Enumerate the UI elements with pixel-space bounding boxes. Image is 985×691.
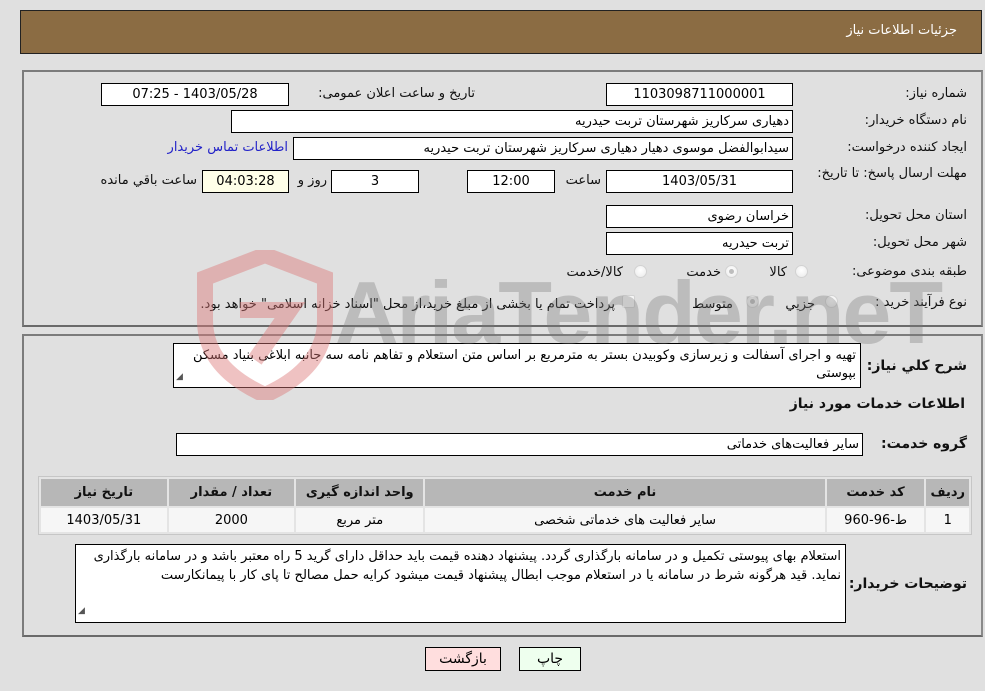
process-medium-radio[interactable]: [746, 295, 759, 308]
page-title: جزئیات اطلاعات نیاز: [846, 23, 957, 38]
col-unit: واحد اندازه گیری: [296, 479, 424, 506]
services-section-title: اطلاعات خدمات مورد نياز: [789, 396, 965, 412]
buyer-notes-text: استعلام بهای پیوستی تکمیل و در سامانه با…: [93, 549, 841, 583]
announce-date-field[interactable]: 1403/05/28 - 07:25: [101, 83, 289, 106]
service-group-label: گروه خدمت:: [881, 436, 967, 452]
table-row: 1 ط-96-960 سایر فعالیت های خدماتی شخصی م…: [41, 508, 969, 532]
category-service-label: خدمت: [686, 265, 721, 280]
category-goods-radio[interactable]: [795, 265, 808, 278]
days-label: روز و: [297, 173, 327, 188]
process-minor-radio[interactable]: [825, 295, 838, 308]
days-remaining-field[interactable]: 3: [331, 170, 419, 193]
resize-grip-icon[interactable]: ◢: [78, 602, 85, 621]
category-goods-label: کالا: [769, 265, 787, 280]
cell-service-name: سایر فعالیت های خدماتی شخصی: [425, 508, 825, 532]
col-service-name: نام خدمت: [425, 479, 825, 506]
buyer-org-field[interactable]: دهیاری سرکاریز شهرستان تربت حیدریه: [231, 110, 793, 133]
col-need-date: تاریخ نیاز: [41, 479, 167, 506]
description-textarea[interactable]: تهیه و اجرای آسفالت و زیرسازی وکوبیدن بس…: [173, 343, 861, 388]
need-number-field[interactable]: 1103098711000001: [606, 83, 793, 106]
cell-service-code: ط-96-960: [826, 508, 925, 532]
buyer-notes-textarea[interactable]: استعلام بهای پیوستی تکمیل و در سامانه با…: [75, 544, 846, 623]
deadline-label: مهلت ارسال پاسخ: تا تاریخ:: [817, 166, 967, 181]
deadline-date-field[interactable]: 1403/05/31: [606, 170, 793, 193]
province-label: استان محل تحویل:: [865, 208, 967, 223]
col-row-number: ردیف: [926, 479, 969, 506]
details-panel: [22, 70, 983, 327]
cell-quantity: 2000: [168, 508, 295, 532]
city-field[interactable]: تربت حیدریه: [606, 232, 793, 255]
time-remaining-field[interactable]: 04:03:28: [202, 170, 289, 193]
treasury-checkbox-label: پرداخت تمام یا بخشی از مبلغ خرید،از محل …: [200, 297, 615, 312]
creator-field[interactable]: سیدابوالفضل موسوی دهیار دهیاری سرکاریز ش…: [293, 137, 793, 160]
announce-date-label: تاریخ و ساعت اعلان عمومی:: [318, 86, 475, 101]
service-group-field[interactable]: سایر فعالیت‌های خدماتی: [176, 433, 863, 456]
back-button[interactable]: بازگشت: [425, 647, 501, 671]
description-label: شرح كلي نياز:: [866, 358, 967, 374]
page-header: جزئیات اطلاعات نیاز: [20, 10, 982, 54]
table-header-row: ردیف کد خدمت نام خدمت واحد اندازه گیری ت…: [41, 479, 969, 506]
print-button[interactable]: چاپ: [519, 647, 581, 671]
need-number-label: شماره نیاز:: [905, 86, 967, 101]
province-field[interactable]: خراسان رضوی: [606, 205, 793, 228]
buyer-notes-label: توضیحات خریدار:: [848, 576, 967, 592]
process-minor-label: جزيي: [785, 297, 815, 312]
services-table: ردیف کد خدمت نام خدمت واحد اندازه گیری ت…: [38, 476, 972, 535]
time-remaining-label: ساعت باقي مانده: [100, 173, 197, 188]
process-medium-label: متوسط: [692, 297, 733, 312]
resize-grip-icon[interactable]: ◢: [176, 368, 183, 386]
treasury-checkbox[interactable]: [622, 295, 635, 308]
city-label: شهر محل تحویل:: [872, 235, 967, 250]
process-type-label: نوع فرآیند خرید :: [875, 295, 967, 310]
category-label: طبقه بندی موضوعی:: [851, 264, 967, 279]
category-service-radio[interactable]: [725, 265, 738, 278]
category-goods-service-label: کالا/خدمت: [566, 265, 623, 280]
cell-need-date: 1403/05/31: [41, 508, 167, 532]
col-quantity: تعداد / مقدار: [168, 479, 295, 506]
buyer-contact-link[interactable]: اطلاعات تماس خریدار: [168, 140, 288, 155]
buyer-org-label: نام دستگاه خریدار:: [864, 113, 967, 128]
deadline-time-field[interactable]: 12:00: [467, 170, 555, 193]
description-text: تهیه و اجرای آسفالت و زیرسازی وکوبیدن بس…: [192, 348, 856, 381]
cell-row-number: 1: [926, 508, 969, 532]
deadline-time-label: ساعت: [565, 173, 601, 188]
category-goods-service-radio[interactable]: [634, 265, 647, 278]
col-service-code: کد خدمت: [826, 479, 925, 506]
cell-unit: متر مربع: [296, 508, 424, 532]
creator-label: ایجاد کننده درخواست:: [847, 140, 967, 155]
